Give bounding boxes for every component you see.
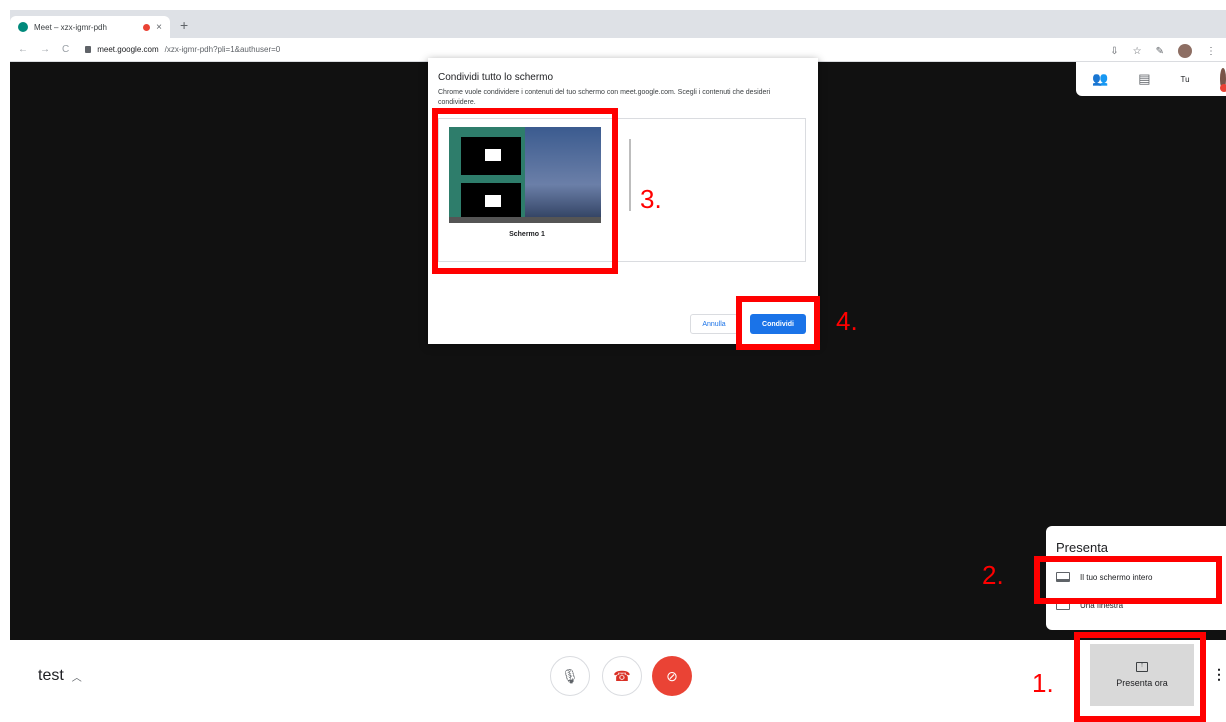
- more-options-icon[interactable]: ⋮: [1212, 666, 1226, 683]
- chat-icon[interactable]: ▤: [1138, 71, 1150, 87]
- chevron-up-icon: ︿: [71, 672, 82, 684]
- forward-icon[interactable]: →: [40, 44, 50, 55]
- browser-tab[interactable]: Meet – xzx-igmr-pdh ×: [10, 16, 170, 38]
- present-menu-header: Presenta: [1056, 540, 1109, 555]
- annotation-step-3: 3.: [640, 184, 662, 214]
- download-icon[interactable]: ⇩: [1110, 46, 1118, 57]
- tab-strip: Meet – xzx-igmr-pdh × +: [10, 10, 1226, 38]
- microphone-icon: 🎙: [561, 667, 579, 684]
- bookmark-star-icon[interactable]: ☆: [1133, 46, 1142, 57]
- annotation-step-1: 1.: [1032, 668, 1054, 698]
- recording-dot-icon: [143, 23, 151, 31]
- meeting-name: test: [38, 667, 64, 684]
- new-tab-button[interactable]: +: [180, 17, 188, 33]
- picker-scrollbar[interactable]: [629, 139, 631, 211]
- cancel-button[interactable]: Annulla: [690, 314, 738, 334]
- annotation-box-4: [736, 296, 820, 350]
- hangup-button[interactable]: ☎: [602, 656, 642, 696]
- url-path: /xzx-igmr-pdh?pli=1&authuser=0: [164, 45, 281, 54]
- phone-hangup-icon: ☎: [613, 667, 631, 684]
- microphone-button[interactable]: 🎙: [550, 656, 590, 696]
- profile-avatar-icon[interactable]: [1178, 44, 1192, 58]
- self-label: Tu: [1180, 74, 1190, 84]
- menu-dots-icon[interactable]: ⋮: [1206, 46, 1216, 57]
- lock-icon: [85, 46, 92, 53]
- back-icon[interactable]: ←: [18, 44, 28, 55]
- annotation-box-1: [1074, 632, 1206, 722]
- nav-buttons: ← → C: [18, 44, 69, 55]
- tab-close-icon[interactable]: ×: [156, 22, 162, 33]
- camera-off-button[interactable]: ⊘: [652, 656, 692, 696]
- reload-icon[interactable]: C: [62, 44, 69, 55]
- status-dot-icon: [1220, 84, 1226, 92]
- annotation-box-3: [432, 108, 618, 274]
- dialog-description: Chrome vuole condividere i contenuti del…: [438, 89, 771, 106]
- page: Meet – xzx-igmr-pdh × + ← → C meet.googl…: [0, 0, 1226, 722]
- people-icon[interactable]: 👥: [1092, 71, 1108, 87]
- toolbar-icons: ⇩ ☆ ✎ ⋮: [1110, 44, 1216, 58]
- url-field[interactable]: meet.google.com/xzx-igmr-pdh?pli=1&authu…: [85, 45, 280, 54]
- tab-title: Meet – xzx-igmr-pdh: [34, 22, 107, 32]
- extension-icon[interactable]: ✎: [1156, 46, 1164, 57]
- meet-favicon-icon: [18, 22, 28, 32]
- camera-off-icon: ⊘: [666, 667, 678, 684]
- dialog-title: Condividi tutto lo schermo: [438, 72, 554, 83]
- annotation-step-2: 2.: [982, 560, 1004, 590]
- meeting-details-toggle[interactable]: test ︿: [38, 667, 82, 685]
- annotation-box-2: [1034, 556, 1222, 604]
- url-host: meet.google.com: [97, 45, 159, 54]
- participants-panel: 👥 ▤ Tu: [1076, 62, 1226, 96]
- annotation-step-4: 4.: [836, 306, 858, 336]
